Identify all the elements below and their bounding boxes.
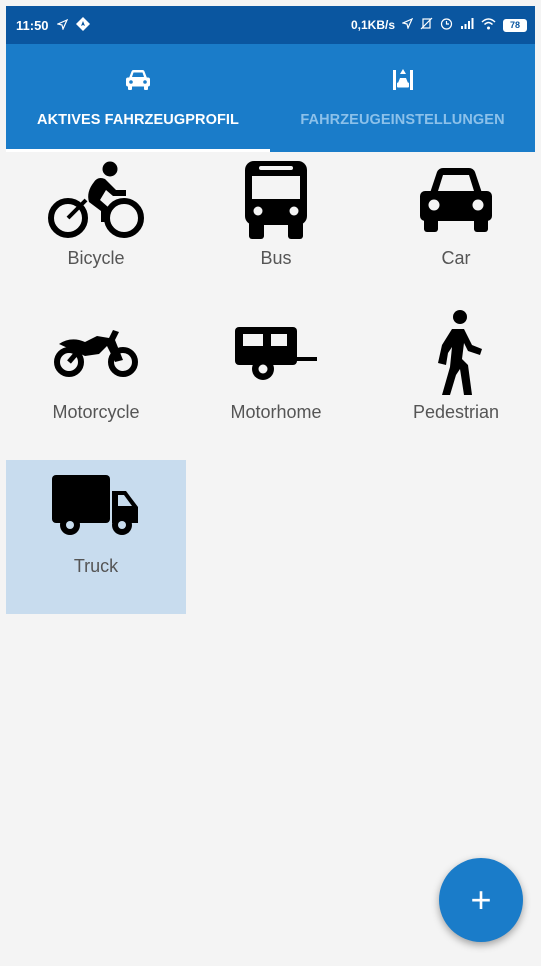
bus-icon [221, 152, 331, 248]
tab-vehicle-settings[interactable]: FAHRZEUGEINSTELLUNGEN [270, 44, 535, 152]
truck-icon [41, 460, 151, 556]
tab-active-vehicle-profile[interactable]: AKTIVES FAHRZEUGPROFIL [6, 44, 270, 152]
status-bar: 11:50 0,1KB/s 78 [6, 6, 535, 44]
battery-icon: 78 [503, 18, 527, 32]
vehicle-tile-motorcycle[interactable]: Motorcycle [6, 306, 186, 460]
plus-icon: + [470, 879, 492, 920]
signal-icon [460, 18, 474, 32]
vehicle-tile-bicycle[interactable]: Bicycle [6, 152, 186, 306]
vehicle-label: Truck [73, 556, 119, 576]
car-icon [401, 152, 511, 248]
app-bar: AKTIVES FAHRZEUGPROFIL FAHRZEUGEINSTELLU… [6, 44, 535, 152]
motorhome-icon [221, 306, 331, 402]
vehicle-label: Motorcycle [52, 402, 140, 422]
wifi-icon [481, 17, 496, 33]
vehicle-label: Bus [260, 248, 292, 268]
location-arrow-icon [55, 18, 68, 33]
car-icon [124, 66, 152, 94]
motorcycle-icon [41, 306, 151, 402]
network-speed: 0,1KB/s [350, 18, 395, 32]
pedestrian-icon [401, 306, 511, 402]
tab-label: FAHRZEUGEINSTELLUNGEN [300, 112, 505, 128]
vehicle-label: Bicycle [67, 248, 125, 268]
status-right: 0,1KB/s 78 [351, 17, 527, 33]
add-button[interactable]: + [439, 858, 523, 942]
vehicle-label: Pedestrian [412, 402, 500, 422]
vehicle-label: Car [441, 248, 471, 268]
status-time: 11:50 [16, 18, 49, 33]
alarm-icon [440, 17, 453, 33]
navigation-app-icon [75, 17, 90, 34]
app-screen: 11:50 0,1KB/s 78 AKTIVES FAHRZEUGPROFIL … [6, 6, 535, 962]
vehicle-settings-icon [390, 66, 416, 94]
status-left: 11:50 [16, 17, 90, 34]
vehicle-tile-motorhome[interactable]: Motorhome [186, 306, 366, 460]
vibrate-off-icon [420, 17, 433, 33]
vehicle-label: Motorhome [230, 402, 322, 422]
bicycle-icon [41, 152, 151, 248]
location-arrow-icon [401, 17, 414, 32]
vehicle-tile-bus[interactable]: Bus [186, 152, 366, 306]
vehicle-tile-pedestrian[interactable]: Pedestrian [366, 306, 535, 460]
vehicle-tile-truck[interactable]: Truck [6, 460, 186, 614]
vehicle-tile-car[interactable]: Car [366, 152, 535, 306]
tab-label: AKTIVES FAHRZEUGPROFIL [37, 112, 239, 128]
